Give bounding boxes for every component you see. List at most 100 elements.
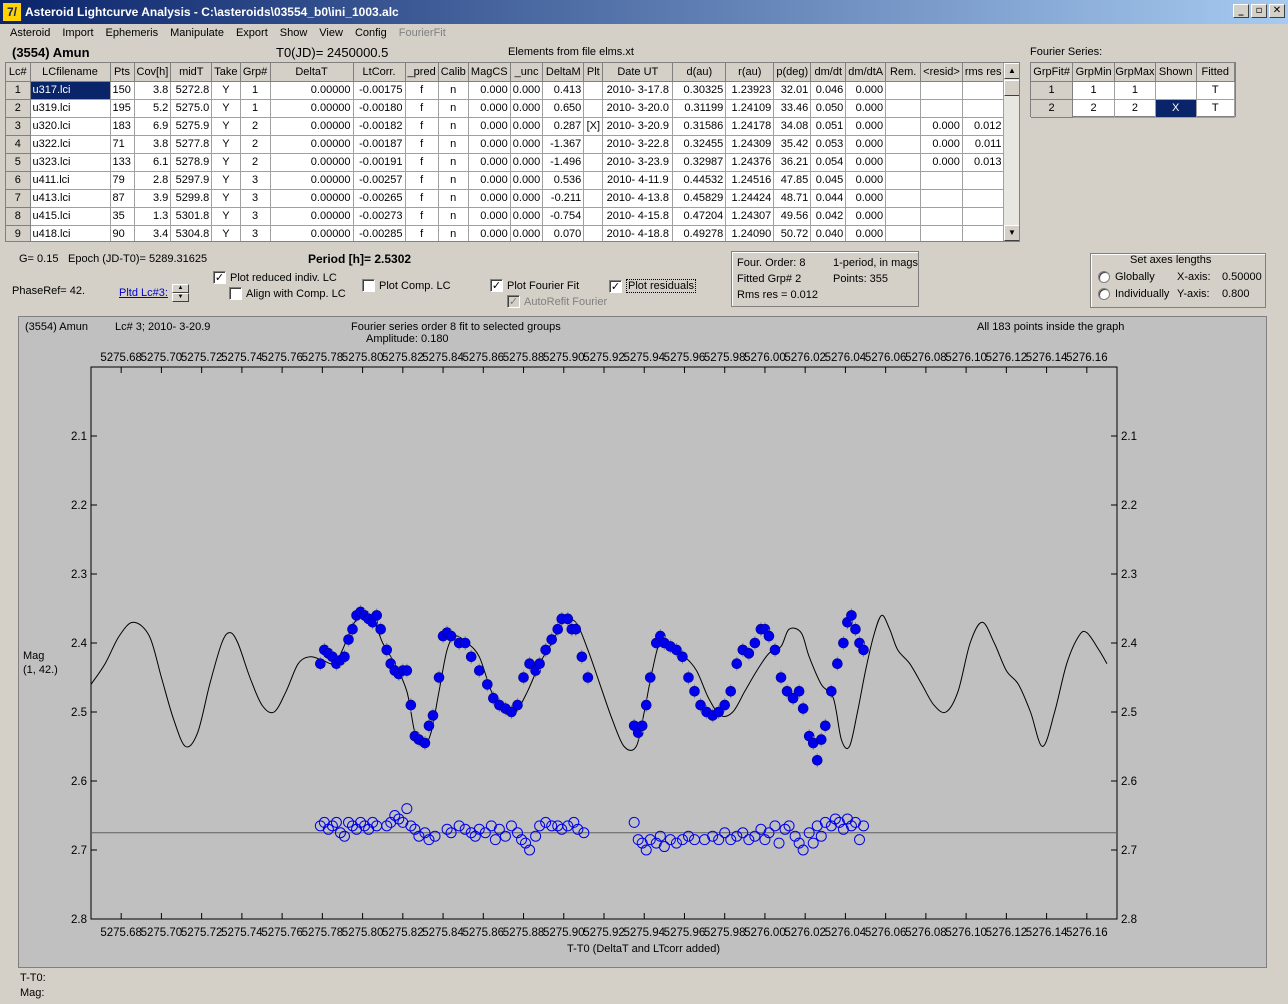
table-cell[interactable]: 2010- 3-20.9 [602, 117, 674, 136]
table-cell[interactable]: 2010- 4-13.8 [602, 189, 674, 208]
table-cell[interactable] [583, 171, 604, 190]
table-cell[interactable]: 0.00000 [270, 189, 354, 208]
table-cell[interactable]: 1.24309 [725, 135, 775, 154]
table-cell[interactable]: u317.lci [30, 81, 111, 100]
table-cell[interactable] [583, 153, 604, 172]
table-row[interactable]: 2 u319.lci 195 5.2 5275.0 Y 1 0.00000 -0.00180 f n… [6, 99, 1005, 118]
table-cell[interactable]: n [438, 207, 469, 226]
app-icon[interactable]: 7/ [3, 3, 21, 21]
column-header[interactable]: LtCorr. [353, 63, 406, 82]
table-cell[interactable]: 87 [110, 189, 135, 208]
fourier-col[interactable]: GrpMax [1114, 63, 1156, 82]
fourier-cell[interactable]: 1 [1072, 81, 1115, 100]
table-cell[interactable]: 71 [110, 135, 135, 154]
table-cell[interactable]: n [438, 81, 469, 100]
table-cell[interactable]: 1.24307 [725, 207, 775, 226]
fourier-row[interactable]: 2 2 2 X T [1031, 99, 1236, 118]
table-cell[interactable]: 0.00000 [270, 225, 354, 241]
table-cell[interactable]: 1.3 [134, 207, 172, 226]
table-cell[interactable]: 0.000 [468, 99, 511, 118]
table-cell[interactable] [885, 135, 922, 154]
table-cell[interactable]: 1.24376 [725, 153, 775, 172]
table-cell[interactable]: [X] [583, 117, 604, 136]
table-cell[interactable]: 2 [240, 117, 271, 136]
table-cell[interactable] [885, 99, 922, 118]
table-cell[interactable] [962, 189, 1005, 208]
table-cell[interactable]: 0.051 [810, 117, 847, 136]
table-cell[interactable]: 1.24090 [725, 225, 775, 241]
table-cell[interactable]: 0.044 [810, 189, 847, 208]
table-cell[interactable]: 5299.8 [170, 189, 213, 208]
table-cell[interactable]: 5301.8 [170, 207, 213, 226]
table-cell[interactable]: 6.9 [134, 117, 172, 136]
table-cell[interactable]: 0.000 [468, 117, 511, 136]
table-cell[interactable]: 0.30325 [672, 81, 727, 100]
table-cell[interactable] [885, 225, 922, 241]
table-cell[interactable]: u418.lci [30, 225, 111, 241]
table-cell[interactable]: 6.1 [134, 153, 172, 172]
individually-radio[interactable]: Individually [1098, 288, 1169, 300]
table-cell[interactable]: Y [211, 225, 241, 241]
table-row[interactable]: 5 u323.lci 133 6.1 5278.9 Y 2 0.00000 -0.00191 f n… [6, 153, 1005, 172]
table-cell[interactable]: 0.042 [810, 207, 847, 226]
table-cell[interactable] [920, 189, 963, 208]
table-cell[interactable] [583, 207, 604, 226]
globally-radio[interactable]: Globally [1098, 271, 1155, 283]
table-cell[interactable]: 0.00000 [270, 207, 354, 226]
table-cell[interactable]: 0.000 [920, 153, 963, 172]
column-header[interactable]: Date UT [602, 63, 674, 82]
column-header[interactable]: MagCS [468, 63, 511, 82]
table-cell[interactable]: Y [211, 117, 241, 136]
table-cell[interactable] [885, 189, 922, 208]
column-header[interactable]: Grp# [240, 63, 271, 82]
table-cell[interactable] [962, 225, 1005, 241]
table-cell[interactable]: f [405, 171, 439, 190]
row-header[interactable]: 7 [6, 189, 31, 208]
table-cell[interactable]: 5275.0 [170, 99, 213, 118]
fourier-cell[interactable]: 1 [1031, 81, 1074, 100]
column-header[interactable]: rms res [962, 63, 1005, 82]
lightcurve-chart[interactable]: 5275.685275.685275.705275.705275.725275.… [19, 317, 1268, 969]
column-header[interactable]: Rem. [885, 63, 922, 82]
table-row[interactable]: 7 u413.lci 87 3.9 5299.8 Y 3 0.00000 -0.00265 f n 0… [6, 189, 1005, 208]
table-cell[interactable]: 50.72 [773, 225, 812, 241]
table-cell[interactable]: -0.00285 [353, 225, 406, 241]
table-cell[interactable]: f [405, 153, 439, 172]
table-cell[interactable]: 0.00000 [270, 99, 354, 118]
table-cell[interactable]: n [438, 135, 469, 154]
table-cell[interactable]: 0.00000 [270, 81, 354, 100]
table-cell[interactable]: 0.000 [920, 135, 963, 154]
fourier-col[interactable]: Shown [1155, 63, 1197, 82]
column-header[interactable]: Cov[h] [134, 63, 172, 82]
table-cell[interactable] [885, 171, 922, 190]
table-cell[interactable]: 5297.9 [170, 171, 213, 190]
table-cell[interactable]: 3 [240, 171, 271, 190]
plot-residuals-checkbox[interactable]: ✓ Plot residuals [609, 279, 697, 293]
table-cell[interactable]: 1.24516 [725, 171, 775, 190]
row-header[interactable]: 6 [6, 171, 31, 190]
table-row[interactable]: 9 u418.lci 90 3.4 5304.8 Y 3 0.00000 -0.00285 f n 0… [6, 225, 1005, 241]
table-row[interactable]: 1 u317.lci 150 3.8 5272.8 Y 1 0.00000 -0.00175 f n… [6, 81, 1005, 100]
table-cell[interactable]: 150 [110, 81, 135, 100]
table-cell[interactable]: 2010- 3-23.9 [602, 153, 674, 172]
table-cell[interactable]: 2010- 3-17.8 [602, 81, 674, 100]
table-cell[interactable]: 5277.8 [170, 135, 213, 154]
table-cell[interactable]: 48.71 [773, 189, 812, 208]
table-cell[interactable]: 0.000 [510, 225, 544, 241]
table-cell[interactable]: f [405, 135, 439, 154]
column-header[interactable]: Take [211, 63, 241, 82]
lightcurve-plot-panel[interactable]: (3554) Amun Lc# 3; 2010- 3-20.9 Fourier … [18, 316, 1267, 968]
table-cell[interactable]: 3 [240, 189, 271, 208]
table-cell[interactable]: 33.46 [773, 99, 812, 118]
table-cell[interactable]: 3.9 [134, 189, 172, 208]
fourier-cell[interactable]: 2 [1031, 99, 1074, 118]
table-cell[interactable]: 1 [240, 81, 271, 100]
table-cell[interactable] [962, 171, 1005, 190]
table-cell[interactable]: 49.56 [773, 207, 812, 226]
lc-spinner[interactable]: ▲ ▼ [172, 284, 189, 302]
column-header[interactable]: Plt [583, 63, 604, 82]
table-cell[interactable]: 90 [110, 225, 135, 241]
column-header[interactable]: DeltaT [270, 63, 354, 82]
table-cell[interactable]: 0.053 [810, 135, 847, 154]
table-cell[interactable]: 35 [110, 207, 135, 226]
